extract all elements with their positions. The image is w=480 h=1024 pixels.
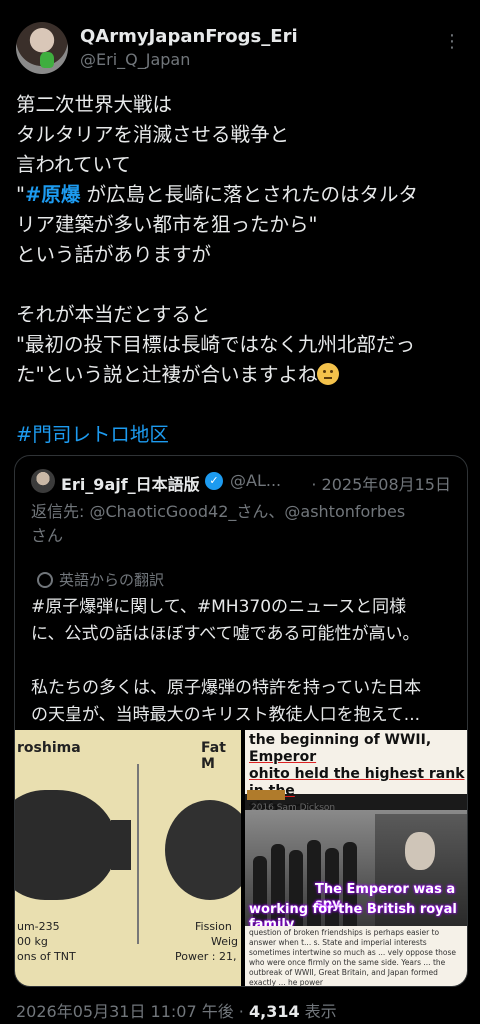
post-header: QArmyJapanFrogs_Eri @Eri_Q_Japan ⋮ — [16, 22, 464, 78]
bomb-tail-image — [111, 820, 131, 870]
headline-text: the beginning of WWII, — [249, 732, 432, 748]
media-grid: roshima Fat M um-235 00 kg ons of TNT Fi… — [15, 730, 467, 986]
view-label: 表示 — [299, 1002, 337, 1021]
more-dots-icon[interactable]: ⋮ — [442, 32, 462, 52]
article-body: question of broken friendships is perhap… — [245, 926, 467, 986]
frog-icon — [40, 52, 54, 68]
hashtag-link[interactable]: #原爆 — [25, 183, 80, 206]
article-header: the beginning of WWII, Emperor ohito held… — [245, 730, 467, 816]
translated-label[interactable]: 英語からの翻訳 — [37, 569, 164, 590]
little-boy-bomb-image — [15, 790, 117, 900]
quoted-line: #原子爆弾に関して、#MH370のニュースと同様 — [31, 597, 407, 617]
image-divider — [137, 764, 139, 944]
quoted-author-name[interactable]: Eri_9ajf_日本語版 — [61, 471, 200, 495]
fat-man-bomb-image — [165, 800, 241, 900]
portrait-face — [405, 832, 435, 870]
quoted-post-text: #原子爆弾に関して、#MH370のニュースと同様 に、公式の話はほぼすべて嘘であ… — [31, 594, 461, 729]
quoted-line: に、公式の話はほぼすべて嘘である可能性が高い。 — [31, 624, 420, 644]
view-count: 4,314 — [248, 1002, 300, 1021]
reply-to-label: 返信先: — [31, 502, 90, 521]
post-line: リア建築が多い都市を狙ったから" — [16, 213, 318, 236]
post-timestamp[interactable]: 2026年05月31日 11:07 午後 · — [16, 1002, 249, 1021]
post-line: "最初の投下目標は長崎ではなく九州北部だっ — [16, 333, 415, 356]
image-label: roshima — [17, 740, 81, 756]
post-line: 言われていて — [16, 153, 131, 176]
post-footer: 2026年05月31日 11:07 午後 · 4,314 表示 — [16, 998, 337, 1022]
hashtag-link[interactable]: #門司レトロ地区 — [16, 418, 169, 447]
quoted-line: の天皇が、当時最大のキリスト教徒人口を抱えて... — [31, 705, 421, 725]
translated-text: 英語からの翻訳 — [59, 571, 165, 589]
image-caption: Power : 21, — [175, 950, 237, 963]
image-label: Fat M — [201, 740, 226, 772]
globe-translate-icon — [37, 572, 53, 588]
post-line: が広島と長崎に落とされたのはタルタ — [80, 183, 419, 206]
quoted-author-handle[interactable]: @AL... — [230, 471, 281, 490]
article-badge — [247, 790, 285, 800]
image-caption: Weig — [211, 935, 239, 948]
image-caption: 00 kg — [17, 935, 48, 948]
image-caption: um-235 — [17, 920, 60, 933]
headline-underlined: Emperor — [249, 749, 317, 765]
post-line: 第二次世界大戦は — [16, 93, 173, 116]
reply-to-line: 返信先: @ChaoticGood42_さん、@ashtonforbes さん — [31, 500, 461, 548]
post-line-quote-open: " — [16, 183, 25, 206]
image-caption: ons of TNT — [17, 950, 76, 963]
post-line: タルタリアを消滅させる戦争と — [16, 123, 290, 146]
media-image-bombs[interactable]: roshima Fat M um-235 00 kg ons of TNT Fi… — [15, 730, 241, 986]
author-avatar[interactable] — [16, 22, 68, 74]
post-line: それが本当だとすると — [16, 303, 211, 326]
image-caption: Fission — [195, 920, 232, 933]
quoted-author-avatar[interactable] — [31, 469, 55, 493]
author-handle[interactable]: @Eri_Q_Japan — [80, 50, 190, 69]
author-name[interactable]: QArmyJapanFrogs_Eri — [80, 26, 298, 47]
post-line: た"という説と辻褄が合いますよね — [16, 363, 318, 386]
post-text: 第二次世界大戦は タルタリアを消滅させる戦争と 言われていて "#原爆 が広島と… — [16, 90, 466, 390]
quoted-post-date[interactable]: · 2025年08月15日 — [311, 471, 451, 495]
verified-badge-icon: ✓ — [205, 472, 223, 490]
post-line: という話がありますが — [16, 243, 212, 266]
thinking-face-emoji-icon — [317, 363, 340, 385]
quoted-post[interactable]: Eri_9ajf_日本語版 ✓ @AL... · 2025年08月15日 返信先… — [14, 455, 468, 987]
reply-suffix: さん — [31, 526, 64, 545]
quoted-line: 私たちの多くは、原子爆弾の特許を持っていた日本 — [31, 678, 422, 698]
reply-mentions[interactable]: @ChaoticGood42_さん、@ashtonforbes — [89, 502, 405, 521]
media-image-article[interactable]: the beginning of WWII, Emperor ohito held… — [245, 730, 467, 986]
